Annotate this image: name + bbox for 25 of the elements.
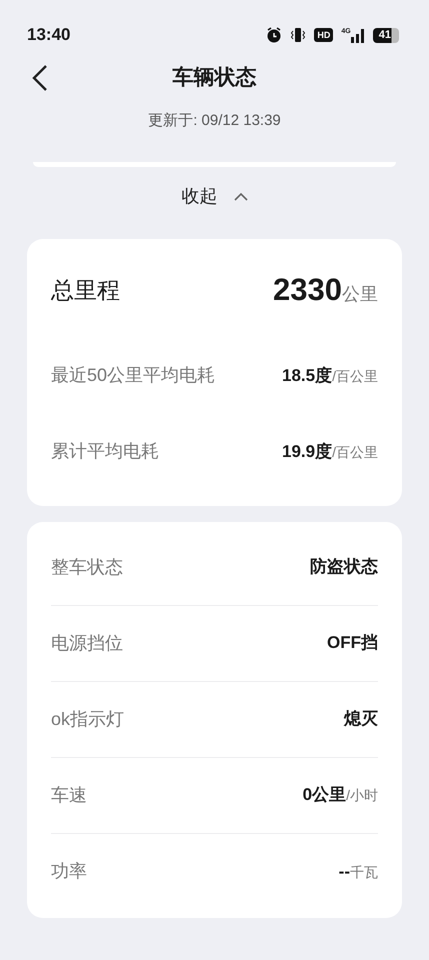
status-value: 熄灭 [344, 708, 378, 730]
status-label: 电源挡位 [51, 632, 123, 654]
total-mileage-value: 2330公里 [273, 271, 378, 309]
status-label: 整车状态 [51, 556, 123, 578]
updated-time: 更新于: 09/12 13:39 [148, 112, 281, 129]
vibrate-icon [290, 27, 306, 43]
status-label: 功率 [51, 860, 87, 883]
collapse-button[interactable]: 收起 [176, 182, 254, 211]
status-label: ok指示灯 [51, 708, 124, 730]
stat-label: 最近50公里平均电耗 [51, 364, 216, 387]
battery-level: 41 [372, 28, 399, 42]
status-value: OFF挡 [327, 632, 378, 654]
status-label: 车速 [51, 784, 87, 806]
signal-icon [350, 28, 365, 42]
clock-time: 13:40 [27, 24, 70, 46]
status-value: 防盗状态 [310, 556, 378, 578]
stat-value: 19.9度/百公里 [282, 440, 378, 463]
page-title: 车辆状态 [172, 66, 256, 89]
status-value: --千瓦 [338, 860, 378, 883]
hd-badge: HD [314, 28, 334, 42]
alarm-icon [266, 27, 282, 43]
stat-label: 累计平均电耗 [51, 440, 159, 463]
status-value: 0公里/小时 [302, 784, 378, 806]
stat-value: 18.5度/百公里 [282, 364, 378, 387]
total-mileage-label: 总里程 [51, 276, 120, 305]
